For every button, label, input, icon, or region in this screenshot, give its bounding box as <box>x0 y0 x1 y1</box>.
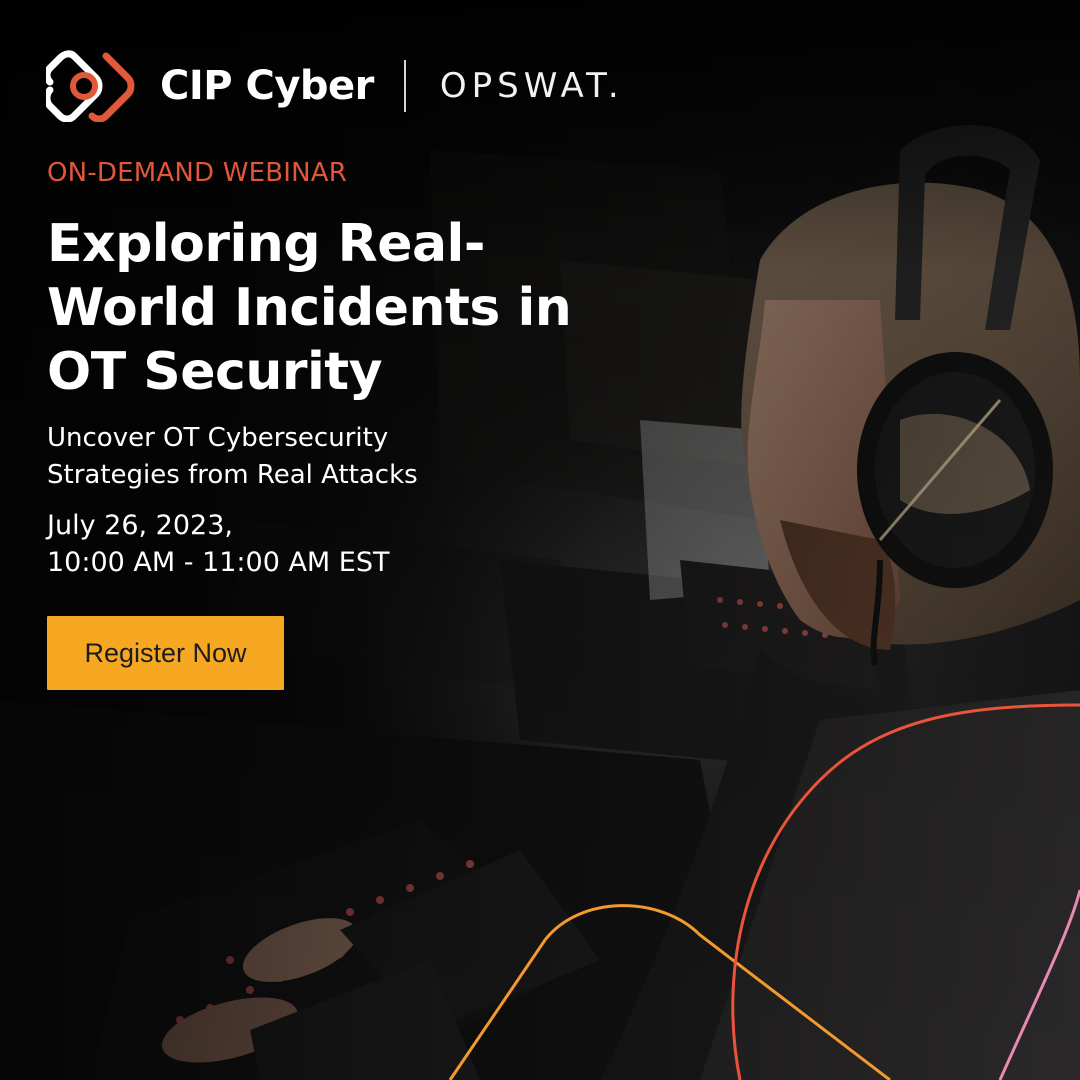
webinar-title-line: World Incidents in <box>47 278 572 338</box>
webinar-subtitle: Uncover OT Cybersecurity Strategies from… <box>47 420 607 494</box>
cip-cyber-wordmark: CIP Cyber <box>160 63 374 109</box>
webinar-promo-banner: CIP Cyber OPSWAT. ON-DEMAND WEBINAR Expl… <box>0 0 1080 1080</box>
cip-cyber-logo-icon <box>46 50 135 122</box>
webinar-time: 10:00 AM - 11:00 AM EST <box>47 547 390 578</box>
webinar-date-time: July 26, 2023, 10:00 AM - 11:00 AM EST <box>47 507 390 581</box>
webinar-subtitle-line: Strategies from Real Attacks <box>47 460 418 490</box>
webinar-type-label: ON-DEMAND WEBINAR <box>47 158 348 188</box>
brand-header: CIP Cyber OPSWAT. <box>46 50 624 122</box>
brand-divider <box>403 60 406 112</box>
opswat-wordmark: OPSWAT. <box>439 66 624 106</box>
webinar-date: July 26, 2023, <box>47 510 233 541</box>
register-now-button[interactable]: Register Now <box>47 616 284 690</box>
webinar-title: Exploring Real- World Incidents in OT Se… <box>47 212 687 404</box>
webinar-title-line: Exploring Real- <box>47 214 485 274</box>
webinar-subtitle-line: Uncover OT Cybersecurity <box>47 423 389 453</box>
webinar-title-line: OT Security <box>47 342 383 402</box>
